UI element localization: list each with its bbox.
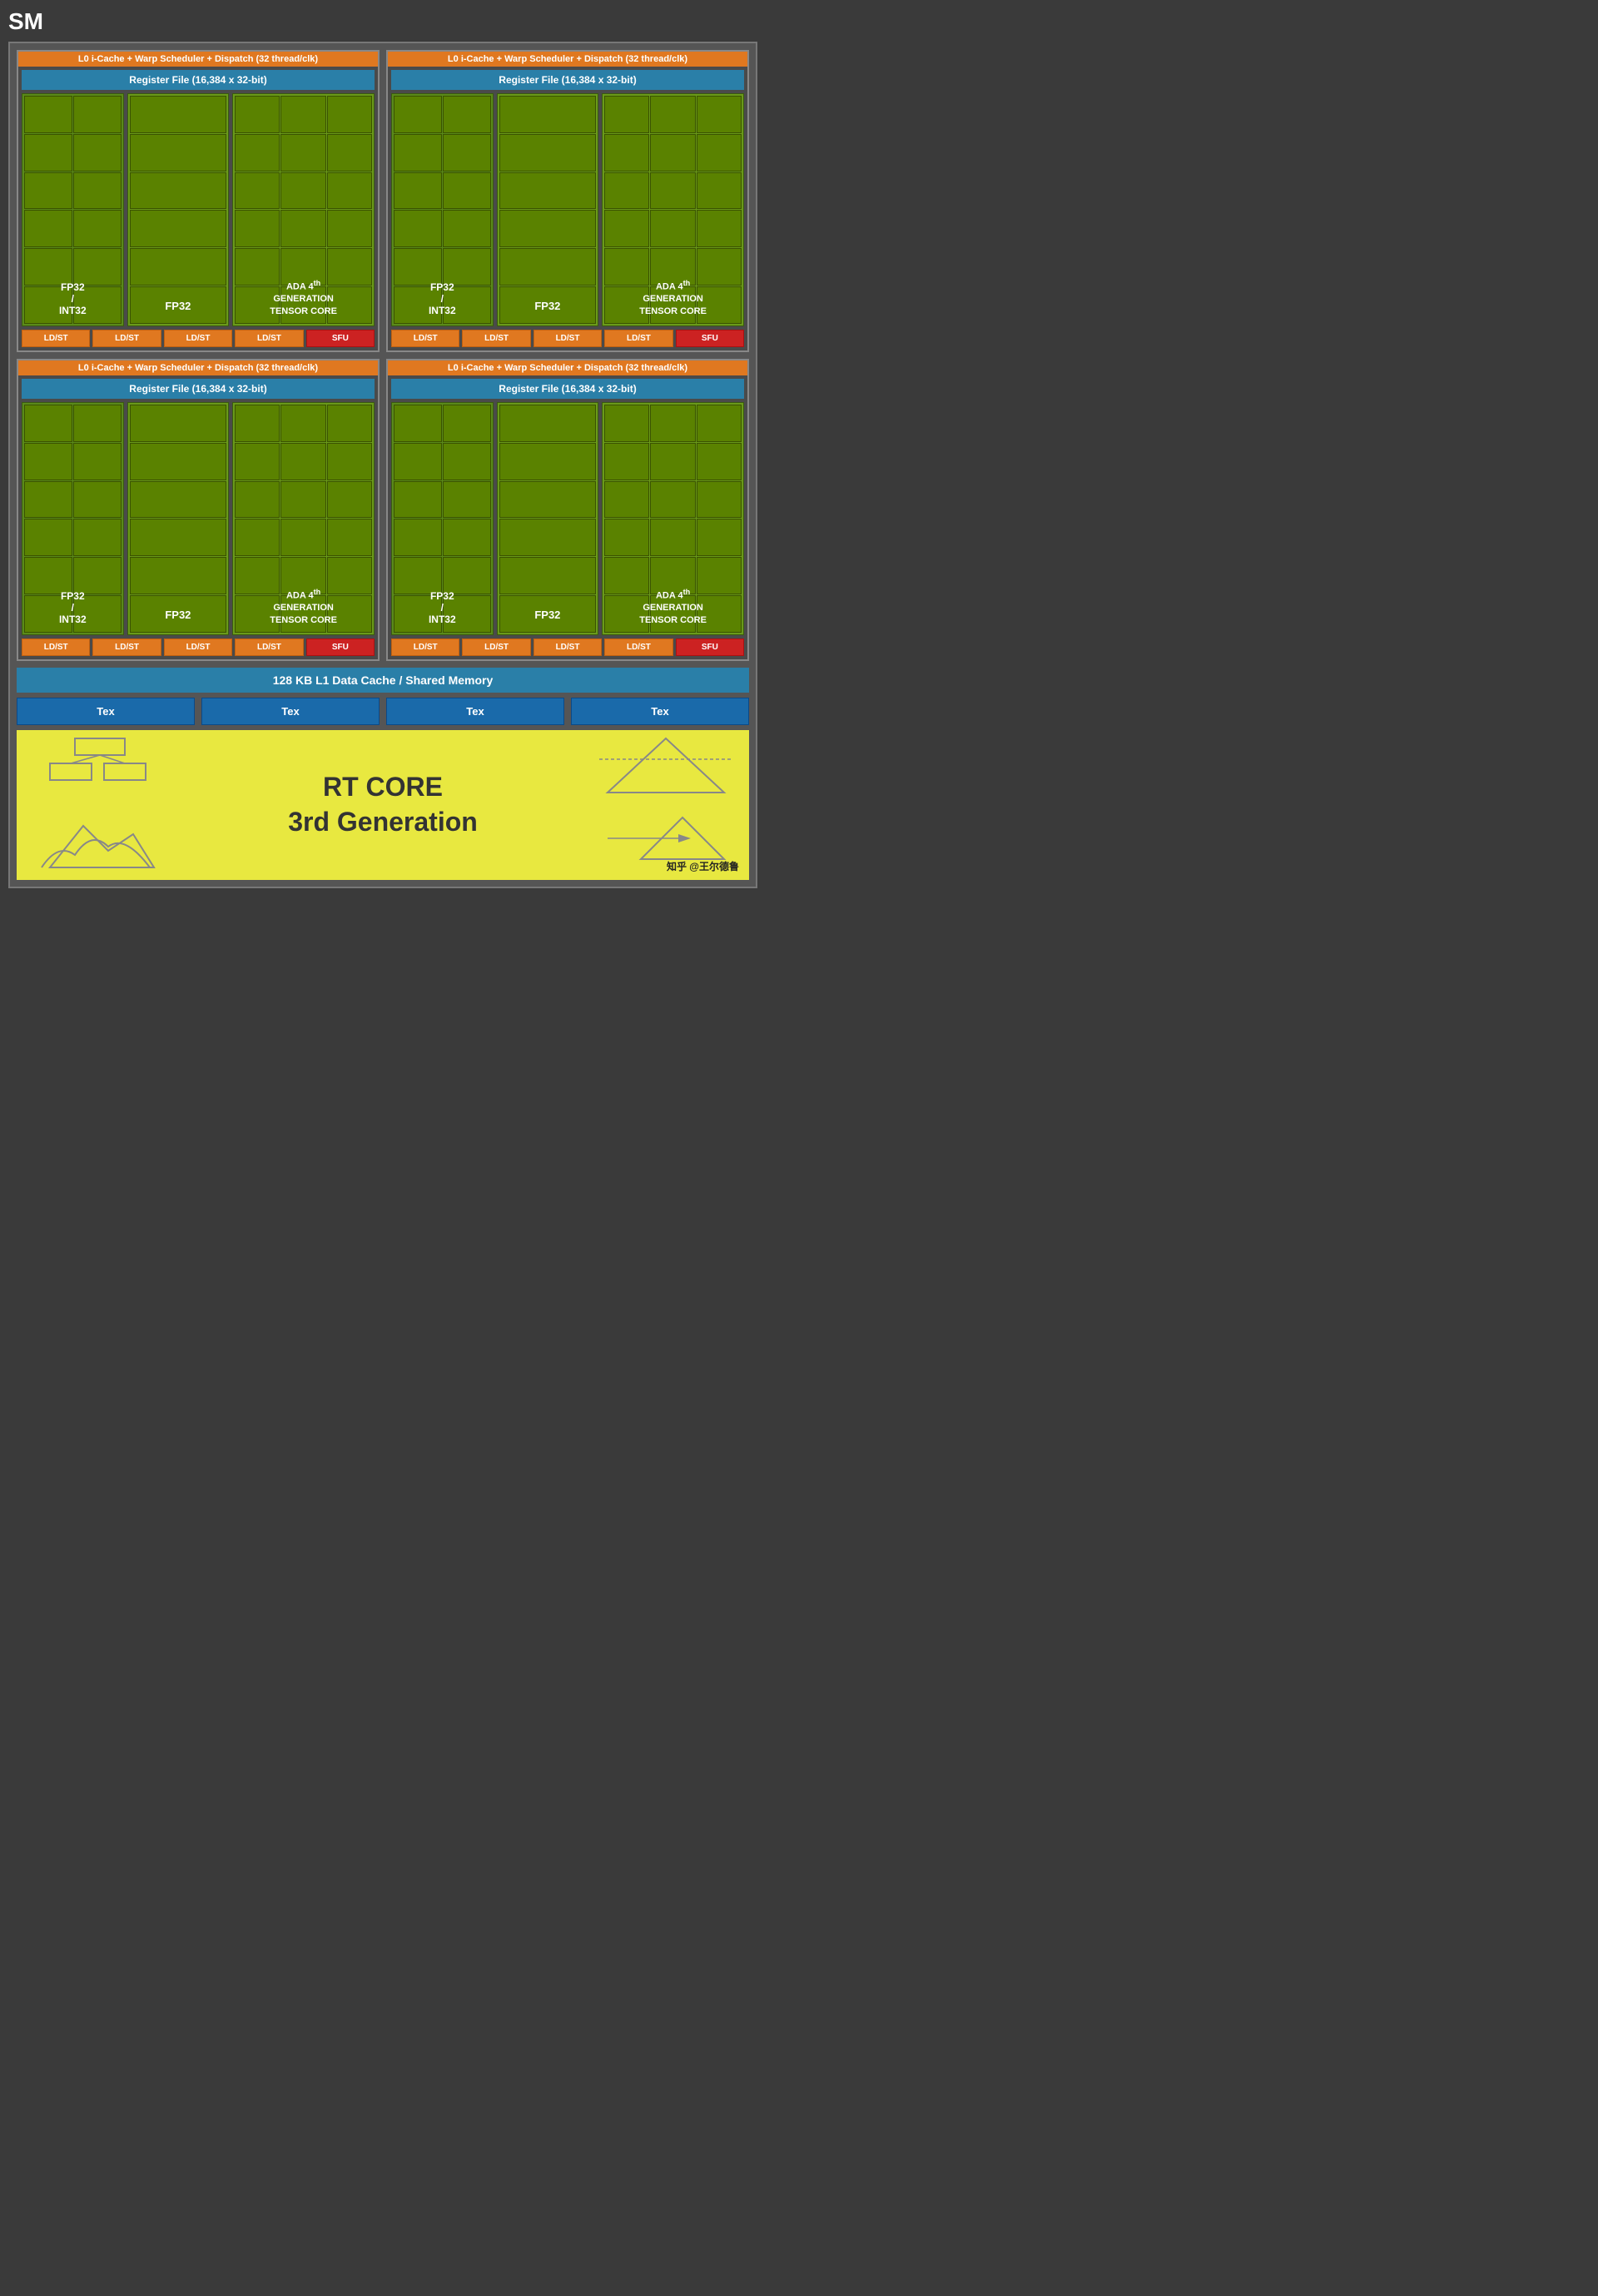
quad-grid: L0 i-Cache + Warp Scheduler + Dispatch (… (17, 50, 749, 661)
compute-area-tl: FP32/INT32 FP32 (22, 93, 375, 326)
ldst1-tl: LD/ST (22, 330, 90, 347)
bottom-row-tr: LD/ST LD/ST LD/ST LD/ST SFU (391, 330, 744, 347)
warp-block-top-left: L0 i-Cache + Warp Scheduler + Dispatch (… (17, 50, 380, 352)
sfu-bl: SFU (306, 639, 375, 656)
ldst1-br: LD/ST (391, 639, 459, 656)
tex-4: Tex (571, 698, 749, 725)
reg-file-tr: Register File (16,384 x 32-bit) (391, 70, 744, 90)
sfu-br: SFU (676, 639, 744, 656)
ldst2-tl: LD/ST (92, 330, 161, 347)
fp32-int32-label-tr: FP32/INT32 (392, 276, 493, 321)
fp32-col-tr: FP32 (497, 93, 599, 326)
fp32-int32-col-tr: FP32/INT32 (391, 93, 494, 326)
compute-area-bl: FP32/INT32 FP32 (22, 402, 375, 635)
ldst3-tr: LD/ST (533, 330, 602, 347)
tex-3: Tex (386, 698, 564, 725)
fp32-col-bl: FP32 (127, 402, 230, 635)
fp32-label-br: FP32 (498, 604, 598, 626)
rt-core-text: RT CORE3rd Generation (288, 770, 478, 839)
warp-block-bottom-right: L0 i-Cache + Warp Scheduler + Dispatch (… (386, 359, 749, 661)
ldst2-bl: LD/ST (92, 639, 161, 656)
rt-core-section: RT CORE3rd Generation 知乎 @王尔德鲁 (17, 730, 749, 880)
fp32-col-tl: FP32 (127, 93, 230, 326)
tensor-col-br: ADA 4thGENERATIONTENSOR CORE (602, 402, 744, 635)
fp32-label-tr: FP32 (498, 295, 598, 317)
ldst4-tl: LD/ST (235, 330, 303, 347)
ldst4-br: LD/ST (604, 639, 672, 656)
reg-file-br: Register File (16,384 x 32-bit) (391, 379, 744, 399)
fp32-int32-col-br: FP32/INT32 (391, 402, 494, 635)
tensor-label-bl: ADA 4thGENERATIONTENSOR CORE (233, 588, 374, 626)
bottom-row-bl: LD/ST LD/ST LD/ST LD/ST SFU (22, 639, 375, 656)
fp32-int32-col-tl: FP32/INT32 (22, 93, 124, 326)
tensor-label-tr: ADA 4thGENERATIONTENSOR CORE (603, 279, 743, 317)
tensor-col-tl: ADA 4thGENERATIONTENSOR CORE (232, 93, 375, 326)
compute-area-tr: FP32/INT32 FP32 (391, 93, 744, 326)
ldst1-tr: LD/ST (391, 330, 459, 347)
reg-file-bl: Register File (16,384 x 32-bit) (22, 379, 375, 399)
ldst2-br: LD/ST (462, 639, 530, 656)
l1-cache-bar: 128 KB L1 Data Cache / Shared Memory (17, 668, 749, 693)
reg-file-tl: Register File (16,384 x 32-bit) (22, 70, 375, 90)
tensor-col-tr: ADA 4thGENERATIONTENSOR CORE (602, 93, 744, 326)
ldst3-br: LD/ST (533, 639, 602, 656)
warp-block-bottom-left: L0 i-Cache + Warp Scheduler + Dispatch (… (17, 359, 380, 661)
tensor-label-br: ADA 4thGENERATIONTENSOR CORE (603, 588, 743, 626)
fp32-int32-label-bl: FP32/INT32 (22, 585, 123, 630)
tex-2: Tex (201, 698, 380, 725)
sm-title: SM (8, 8, 757, 35)
rt-icon-right (599, 734, 732, 876)
sm-container: L0 i-Cache + Warp Scheduler + Dispatch (… (8, 42, 757, 888)
compute-area-br: FP32/INT32 FP32 (391, 402, 744, 635)
rt-icon-left (33, 734, 166, 876)
tex-1: Tex (17, 698, 195, 725)
ldst4-tr: LD/ST (604, 330, 672, 347)
ldst1-bl: LD/ST (22, 639, 90, 656)
sfu-tl: SFU (306, 330, 375, 347)
fp32-int32-label-br: FP32/INT32 (392, 585, 493, 630)
fp32-label-bl: FP32 (128, 604, 229, 626)
warp-header-br: L0 i-Cache + Warp Scheduler + Dispatch (… (388, 360, 747, 375)
ldst3-tl: LD/ST (164, 330, 232, 347)
warp-block-top-right: L0 i-Cache + Warp Scheduler + Dispatch (… (386, 50, 749, 352)
bottom-row-br: LD/ST LD/ST LD/ST LD/ST SFU (391, 639, 744, 656)
fp32-col-br: FP32 (497, 402, 599, 635)
ldst2-tr: LD/ST (462, 330, 530, 347)
bottom-row-tl: LD/ST LD/ST LD/ST LD/ST SFU (22, 330, 375, 347)
ldst4-bl: LD/ST (235, 639, 303, 656)
fp32-int32-label-tl: FP32/INT32 (22, 276, 123, 321)
tensor-col-bl: ADA 4thGENERATIONTENSOR CORE (232, 402, 375, 635)
warp-header-tr: L0 i-Cache + Warp Scheduler + Dispatch (… (388, 52, 747, 67)
warp-header-bl: L0 i-Cache + Warp Scheduler + Dispatch (… (18, 360, 378, 375)
tex-row: Tex Tex Tex Tex (17, 698, 749, 725)
tensor-label-tl: ADA 4thGENERATIONTENSOR CORE (233, 279, 374, 317)
ldst3-bl: LD/ST (164, 639, 232, 656)
fp32-label-tl: FP32 (128, 295, 229, 317)
sfu-tr: SFU (676, 330, 744, 347)
watermark: 知乎 @王尔德鲁 (667, 859, 739, 873)
fp32-int32-col-bl: FP32/INT32 (22, 402, 124, 635)
warp-header-tl: L0 i-Cache + Warp Scheduler + Dispatch (… (18, 52, 378, 67)
